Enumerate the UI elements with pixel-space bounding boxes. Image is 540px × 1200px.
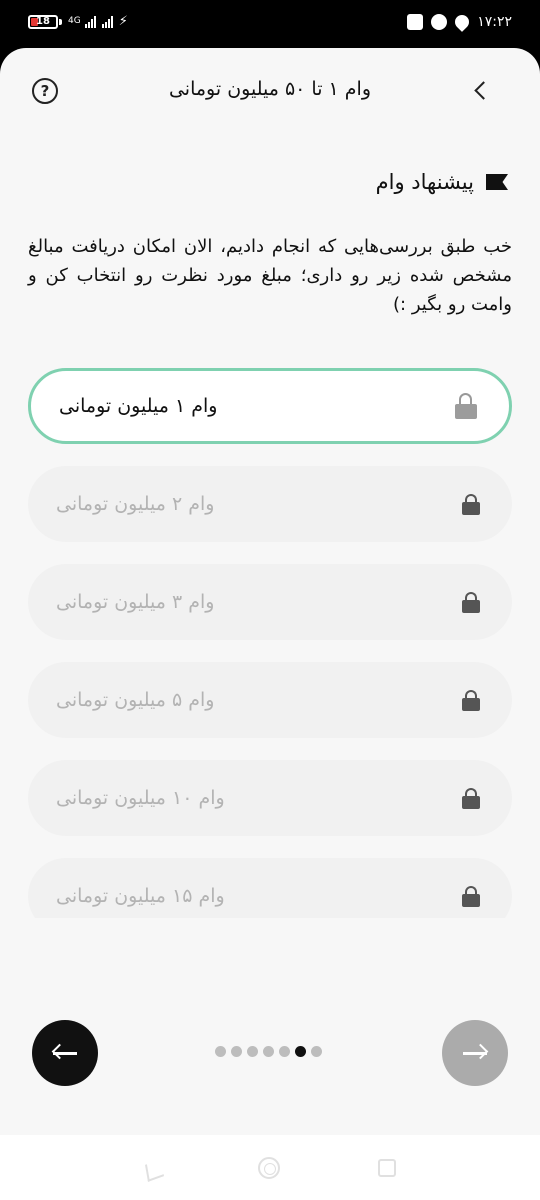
app-notification-icon [431, 14, 448, 30]
bookmark-icon [486, 174, 508, 190]
arrow-left-icon [53, 1052, 77, 1055]
loan-option-label: وام ۳ میلیون تومانی [56, 591, 215, 613]
nav-recents-icon[interactable] [378, 1159, 396, 1177]
header: ? وام ۱ تا ۵۰ میلیون تومانی [0, 48, 540, 136]
lock-icon [462, 494, 480, 515]
unlocked-icon [455, 393, 477, 419]
page-dot [263, 1046, 274, 1057]
loan-option[interactable]: وام ۲ میلیون تومانی [28, 466, 512, 542]
loan-option[interactable]: وام ۵ میلیون تومانی [28, 662, 512, 738]
clock: ۱۷:۲۲ [477, 14, 512, 30]
loan-option[interactable]: وام ۱ میلیون تومانی [28, 368, 512, 444]
lock-icon [462, 886, 480, 907]
section-title: پیشنهاد وام [376, 166, 508, 198]
page-dot-active [295, 1046, 306, 1057]
notification-icon [407, 14, 424, 30]
previous-button[interactable] [32, 1020, 98, 1086]
loan-options-list: وام ۱ میلیون تومانی وام ۲ میلیون تومانی … [28, 368, 512, 918]
lock-icon [462, 788, 480, 809]
page-dot [311, 1046, 322, 1057]
loan-option[interactable]: وام ۳ میلیون تومانی [28, 564, 512, 640]
page-dot [215, 1046, 226, 1057]
page-dot [279, 1046, 290, 1057]
loan-option-label: وام ۱ میلیون تومانی [59, 395, 218, 417]
loan-option[interactable]: وام ۱۵ میلیون تومانی [28, 858, 512, 918]
lock-icon [462, 592, 480, 613]
loan-option-label: وام ۱۵ میلیون تومانی [56, 885, 225, 907]
lock-icon [462, 690, 480, 711]
page-title: وام ۱ تا ۵۰ میلیون تومانی [168, 78, 372, 100]
battery-icon: 18 [28, 14, 58, 29]
next-button[interactable] [442, 1020, 508, 1086]
section-title-text: پیشنهاد وام [375, 170, 474, 194]
page-dot [231, 1046, 242, 1057]
nav-home-icon[interactable] [258, 1157, 280, 1179]
signal-icon-2 [101, 15, 113, 28]
chat-notification-icon [452, 12, 473, 32]
arrow-right-icon [463, 1052, 487, 1055]
battery-level: 18 [36, 15, 50, 27]
section-description: خب طبق بررسی‌هایی که انجام دادیم، الان ا… [28, 236, 512, 315]
loan-option[interactable]: وام ۱۰ میلیون تومانی [28, 760, 512, 836]
page-dot [247, 1046, 258, 1057]
wifi-off-icon: ⚡ [118, 14, 128, 29]
nav-back-icon[interactable] [145, 1159, 164, 1182]
loan-offer-sheet: ? وام ۱ تا ۵۰ میلیون تومانی پیشنهاد وام … [0, 48, 540, 1135]
loan-option-label: وام ۲ میلیون تومانی [56, 493, 215, 515]
loan-option-label: وام ۵ میلیون تومانی [56, 689, 215, 711]
system-nav-bar [0, 1135, 540, 1200]
loan-option-label: وام ۱۰ میلیون تومانی [56, 787, 225, 809]
page-indicator [215, 1046, 322, 1057]
network-type: 4G [68, 16, 81, 26]
signal-icon [84, 15, 96, 28]
status-bar: 18 4G ⚡ ۱۷:۲۲ [0, 0, 540, 48]
